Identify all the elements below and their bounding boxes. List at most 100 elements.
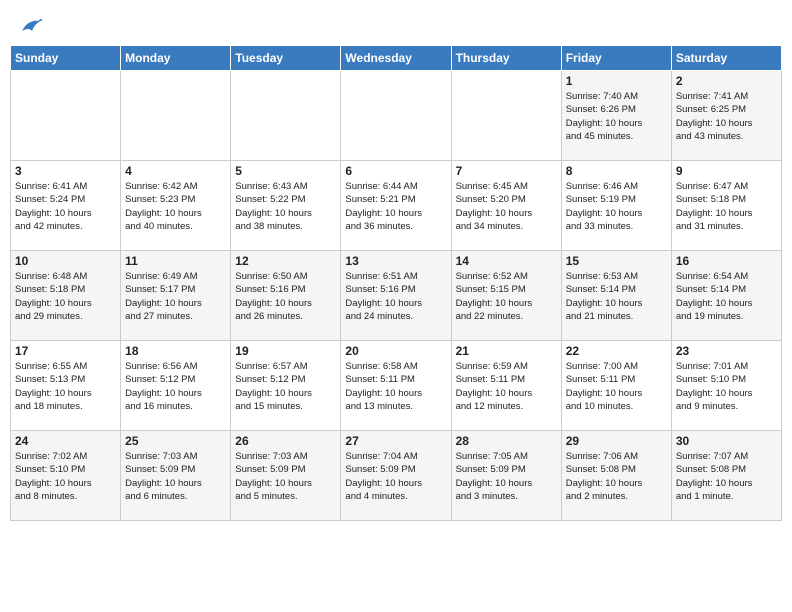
calendar-cell xyxy=(121,71,231,161)
day-info: Sunrise: 6:43 AM Sunset: 5:22 PM Dayligh… xyxy=(235,180,336,233)
calendar-cell: 16 Sunrise: 6:54 AM Sunset: 5:14 PM Dayli… xyxy=(671,251,781,341)
day-info: Sunrise: 6:59 AM Sunset: 5:11 PM Dayligh… xyxy=(456,360,557,413)
calendar-cell: 15Sunrise: 6:53 AM Sunset: 5:14 PM Dayli… xyxy=(561,251,671,341)
day-number: 15 xyxy=(566,254,667,268)
day-info: Sunrise: 6:57 AM Sunset: 5:12 PM Dayligh… xyxy=(235,360,336,413)
day-number: 13 xyxy=(345,254,446,268)
column-header-thursday: Thursday xyxy=(451,46,561,71)
day-info: Sunrise: 6:46 AM Sunset: 5:19 PM Dayligh… xyxy=(566,180,667,233)
calendar-cell xyxy=(11,71,121,161)
calendar-cell: 6 Sunrise: 6:44 AM Sunset: 5:21 PM Daylig… xyxy=(341,161,451,251)
day-number: 2 xyxy=(676,74,777,88)
day-info: Sunrise: 7:41 AM Sunset: 6:25 PM Dayligh… xyxy=(676,90,777,143)
calendar-table: SundayMondayTuesdayWednesdayThursdayFrid… xyxy=(10,45,782,521)
calendar-cell: 14 Sunrise: 6:52 AM Sunset: 5:15 PM Dayli… xyxy=(451,251,561,341)
calendar-cell: 13 Sunrise: 6:51 AM Sunset: 5:16 PM Dayli… xyxy=(341,251,451,341)
calendar-cell: 7 Sunrise: 6:45 AM Sunset: 5:20 PM Daylig… xyxy=(451,161,561,251)
day-info: Sunrise: 7:04 AM Sunset: 5:09 PM Dayligh… xyxy=(345,450,446,503)
calendar-cell: 22Sunrise: 7:00 AM Sunset: 5:11 PM Dayli… xyxy=(561,341,671,431)
calendar-cell: 11 Sunrise: 6:49 AM Sunset: 5:17 PM Dayli… xyxy=(121,251,231,341)
day-number: 8 xyxy=(566,164,667,178)
day-info: Sunrise: 6:44 AM Sunset: 5:21 PM Dayligh… xyxy=(345,180,446,233)
calendar-cell: 1 Sunrise: 7:40 AM Sunset: 6:26 PM Daylig… xyxy=(561,71,671,161)
day-info: Sunrise: 6:42 AM Sunset: 5:23 PM Dayligh… xyxy=(125,180,226,233)
day-info: Sunrise: 6:54 AM Sunset: 5:14 PM Dayligh… xyxy=(676,270,777,323)
day-number: 28 xyxy=(456,434,557,448)
day-info: Sunrise: 7:07 AM Sunset: 5:08 PM Dayligh… xyxy=(676,450,777,503)
logo-general xyxy=(18,14,42,37)
calendar-cell: 17 Sunrise: 6:55 AM Sunset: 5:13 PM Dayli… xyxy=(11,341,121,431)
day-number: 29 xyxy=(566,434,667,448)
day-number: 11 xyxy=(125,254,226,268)
day-number: 1 xyxy=(566,74,667,88)
calendar-cell: 23 Sunrise: 7:01 AM Sunset: 5:10 PM Dayli… xyxy=(671,341,781,431)
calendar-cell xyxy=(231,71,341,161)
day-info: Sunrise: 6:50 AM Sunset: 5:16 PM Dayligh… xyxy=(235,270,336,323)
day-number: 21 xyxy=(456,344,557,358)
calendar-cell: 8 Sunrise: 6:46 AM Sunset: 5:19 PM Daylig… xyxy=(561,161,671,251)
day-number: 17 xyxy=(15,344,116,358)
column-header-tuesday: Tuesday xyxy=(231,46,341,71)
calendar-cell: 5 Sunrise: 6:43 AM Sunset: 5:22 PM Daylig… xyxy=(231,161,341,251)
calendar-cell: 29 Sunrise: 7:06 AM Sunset: 5:08 PM Dayli… xyxy=(561,431,671,521)
column-header-saturday: Saturday xyxy=(671,46,781,71)
day-info: Sunrise: 6:56 AM Sunset: 5:12 PM Dayligh… xyxy=(125,360,226,413)
day-number: 7 xyxy=(456,164,557,178)
calendar-cell: 2 Sunrise: 7:41 AM Sunset: 6:25 PM Daylig… xyxy=(671,71,781,161)
logo-bird-icon xyxy=(20,17,42,35)
day-number: 25 xyxy=(125,434,226,448)
day-number: 26 xyxy=(235,434,336,448)
calendar-cell: 27 Sunrise: 7:04 AM Sunset: 5:09 PM Dayli… xyxy=(341,431,451,521)
day-number: 9 xyxy=(676,164,777,178)
calendar-cell: 19 Sunrise: 6:57 AM Sunset: 5:12 PM Dayli… xyxy=(231,341,341,431)
calendar-cell xyxy=(451,71,561,161)
day-info: Sunrise: 7:01 AM Sunset: 5:10 PM Dayligh… xyxy=(676,360,777,413)
calendar-cell: 20Sunrise: 6:58 AM Sunset: 5:11 PM Dayli… xyxy=(341,341,451,431)
page-header xyxy=(10,10,782,37)
column-header-friday: Friday xyxy=(561,46,671,71)
calendar-cell: 4 Sunrise: 6:42 AM Sunset: 5:23 PM Daylig… xyxy=(121,161,231,251)
day-info: Sunrise: 7:40 AM Sunset: 6:26 PM Dayligh… xyxy=(566,90,667,143)
calendar-cell: 24Sunrise: 7:02 AM Sunset: 5:10 PM Dayli… xyxy=(11,431,121,521)
calendar-cell: 28 Sunrise: 7:05 AM Sunset: 5:09 PM Dayli… xyxy=(451,431,561,521)
day-number: 3 xyxy=(15,164,116,178)
day-number: 23 xyxy=(676,344,777,358)
day-info: Sunrise: 7:05 AM Sunset: 5:09 PM Dayligh… xyxy=(456,450,557,503)
day-number: 6 xyxy=(345,164,446,178)
day-info: Sunrise: 6:49 AM Sunset: 5:17 PM Dayligh… xyxy=(125,270,226,323)
day-info: Sunrise: 6:47 AM Sunset: 5:18 PM Dayligh… xyxy=(676,180,777,233)
day-info: Sunrise: 6:48 AM Sunset: 5:18 PM Dayligh… xyxy=(15,270,116,323)
calendar-cell: 10 Sunrise: 6:48 AM Sunset: 5:18 PM Dayli… xyxy=(11,251,121,341)
day-number: 4 xyxy=(125,164,226,178)
day-info: Sunrise: 6:41 AM Sunset: 5:24 PM Dayligh… xyxy=(15,180,116,233)
logo xyxy=(18,14,42,33)
day-number: 16 xyxy=(676,254,777,268)
day-info: Sunrise: 7:03 AM Sunset: 5:09 PM Dayligh… xyxy=(125,450,226,503)
day-info: Sunrise: 7:02 AM Sunset: 5:10 PM Dayligh… xyxy=(15,450,116,503)
day-number: 20 xyxy=(345,344,446,358)
day-number: 30 xyxy=(676,434,777,448)
column-header-sunday: Sunday xyxy=(11,46,121,71)
calendar-cell xyxy=(341,71,451,161)
day-number: 27 xyxy=(345,434,446,448)
calendar-cell: 21 Sunrise: 6:59 AM Sunset: 5:11 PM Dayli… xyxy=(451,341,561,431)
calendar-cell: 18 Sunrise: 6:56 AM Sunset: 5:12 PM Dayli… xyxy=(121,341,231,431)
day-info: Sunrise: 6:55 AM Sunset: 5:13 PM Dayligh… xyxy=(15,360,116,413)
day-number: 5 xyxy=(235,164,336,178)
day-info: Sunrise: 7:03 AM Sunset: 5:09 PM Dayligh… xyxy=(235,450,336,503)
calendar-cell: 25 Sunrise: 7:03 AM Sunset: 5:09 PM Dayli… xyxy=(121,431,231,521)
day-info: Sunrise: 6:45 AM Sunset: 5:20 PM Dayligh… xyxy=(456,180,557,233)
column-header-wednesday: Wednesday xyxy=(341,46,451,71)
day-info: Sunrise: 6:52 AM Sunset: 5:15 PM Dayligh… xyxy=(456,270,557,323)
day-info: Sunrise: 7:06 AM Sunset: 5:08 PM Dayligh… xyxy=(566,450,667,503)
day-number: 18 xyxy=(125,344,226,358)
day-number: 19 xyxy=(235,344,336,358)
day-info: Sunrise: 6:51 AM Sunset: 5:16 PM Dayligh… xyxy=(345,270,446,323)
calendar-cell: 3 Sunrise: 6:41 AM Sunset: 5:24 PM Daylig… xyxy=(11,161,121,251)
day-number: 10 xyxy=(15,254,116,268)
calendar-cell: 30 Sunrise: 7:07 AM Sunset: 5:08 PM Dayli… xyxy=(671,431,781,521)
column-header-monday: Monday xyxy=(121,46,231,71)
day-number: 12 xyxy=(235,254,336,268)
day-number: 14 xyxy=(456,254,557,268)
calendar-cell: 12 Sunrise: 6:50 AM Sunset: 5:16 PM Dayli… xyxy=(231,251,341,341)
